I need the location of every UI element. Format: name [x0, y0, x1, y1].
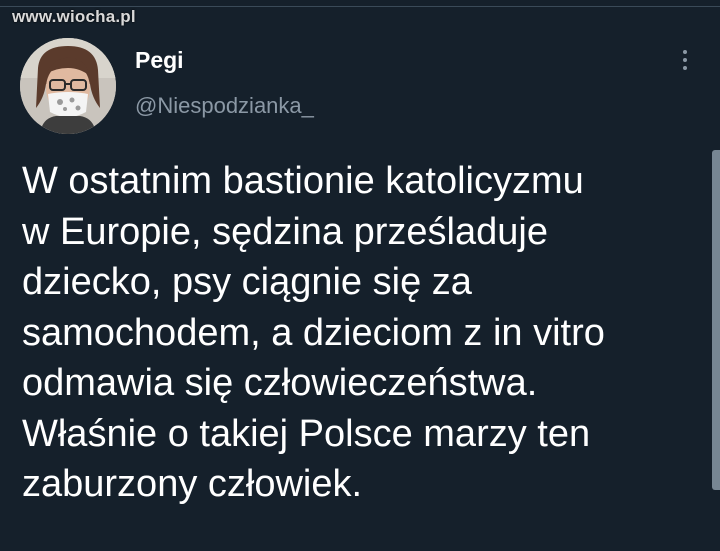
tweet-text-line: Właśnie o takiej Polsce marzy ten	[22, 412, 591, 455]
dot-icon	[683, 58, 687, 62]
dot-icon	[683, 66, 687, 70]
avatar-photo	[20, 38, 116, 134]
author-name[interactable]: Pegi	[135, 47, 184, 74]
tweet-text-line: dziecko, psy ciągnie się za	[22, 261, 472, 303]
tweet-text: W ostatnim bastionie katolicyzmu w Europ…	[22, 156, 712, 510]
author-handle[interactable]: @Niespodzianka_	[135, 93, 314, 119]
tweet-screenshot: www.wiocha.pl Pegi @Niespodzianka_ W ost…	[0, 0, 720, 551]
tweet-text-line: odmawia się człowieczeństwa.	[22, 362, 538, 404]
dot-icon	[683, 50, 687, 54]
avatar[interactable]	[20, 38, 116, 134]
tweet-text-line: samochodem, a dzieciom z in vitro	[22, 311, 605, 354]
tweet-text-line: zaburzony człowiek.	[22, 463, 363, 505]
vertical-ellipsis-icon[interactable]	[676, 48, 694, 76]
tweet-text-line: w Europie, sędzina prześladuje	[22, 210, 548, 253]
watermark: www.wiocha.pl	[12, 7, 136, 26]
scrollbar[interactable]	[712, 150, 720, 490]
tweet-text-line: W ostatnim bastionie katolicyzmu	[22, 160, 584, 202]
